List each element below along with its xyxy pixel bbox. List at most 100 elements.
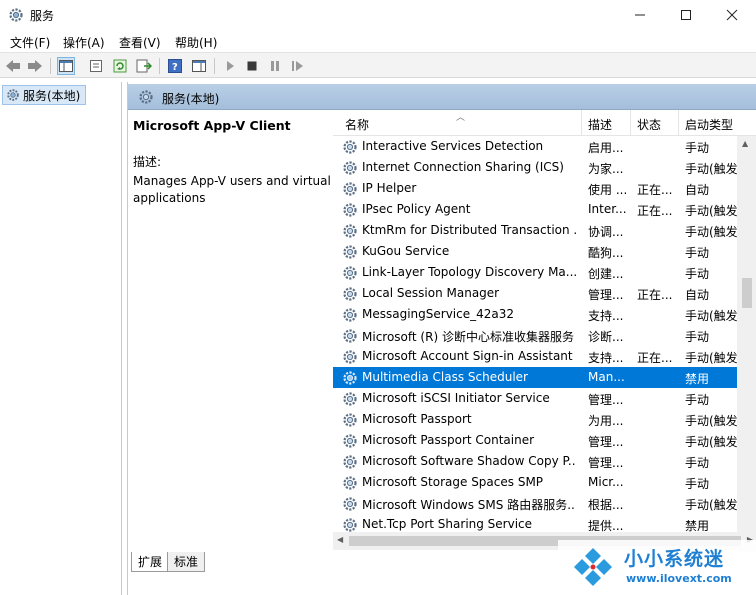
watermark-url: www.ilovext.com: [626, 572, 732, 585]
table-row[interactable]: Microsoft (R) 诊断中心标准收集器服务 诊断... 手动: [333, 325, 737, 346]
tree-item-services-local[interactable]: 服务(本地): [2, 85, 86, 105]
console-tree-icon[interactable]: [57, 57, 75, 75]
service-gear-icon: [342, 496, 358, 515]
service-name-cell: Multimedia Class Scheduler: [362, 370, 528, 384]
minimize-button[interactable]: [617, 0, 663, 30]
service-startup-type-cell: 手动: [685, 393, 710, 407]
service-gear-icon: [342, 244, 358, 263]
refresh-icon[interactable]: [111, 57, 129, 75]
service-name-cell: Interactive Services Detection: [362, 139, 544, 153]
vertical-scrollbar[interactable]: ▲ ▼: [737, 136, 756, 552]
start-service-icon[interactable]: [221, 57, 239, 75]
service-gear-icon: [342, 370, 358, 389]
table-row[interactable]: KuGou Service 酷狗... 手动: [333, 241, 737, 262]
column-divider[interactable]: [581, 110, 582, 136]
service-name-cell: Microsoft iSCSI Initiator Service: [362, 391, 550, 405]
table-row[interactable]: KtmRm for Distributed Transaction ... 协调.…: [333, 220, 737, 241]
maximize-button[interactable]: [663, 0, 709, 30]
service-name-cell: Microsoft Software Shadow Copy P...: [362, 454, 576, 468]
column-divider[interactable]: [678, 110, 679, 136]
tab-standard[interactable]: 标准: [167, 552, 206, 572]
service-name-cell: KtmRm for Distributed Transaction ...: [362, 223, 576, 237]
table-row[interactable]: IPsec Policy Agent Inter... 正在... 手动(触发: [333, 199, 737, 220]
help-icon[interactable]: ?: [166, 57, 184, 75]
service-name-cell: MessagingService_42a32: [362, 307, 515, 321]
table-row[interactable]: Microsoft Passport Container 管理... 手动(触发: [333, 430, 737, 451]
forward-arrow-icon[interactable]: [26, 57, 44, 75]
stop-service-icon[interactable]: [243, 57, 261, 75]
service-gear-icon: [342, 202, 358, 221]
menu-file[interactable]: 文件(F): [10, 34, 50, 51]
service-startup-type-cell: 手动: [685, 456, 710, 470]
service-description-cell: 管理...: [588, 393, 624, 407]
windows-logo-icon: [570, 546, 616, 593]
service-gear-icon: [342, 433, 358, 452]
service-name-cell: Microsoft Passport Container: [362, 433, 535, 447]
service-startup-type-cell: 手动(触发: [685, 414, 737, 428]
service-name-cell: Local Session Manager: [362, 286, 500, 300]
table-row[interactable]: Internet Connection Sharing (ICS) 为家... 手动…: [333, 157, 737, 178]
back-arrow-icon[interactable]: [4, 57, 22, 75]
column-divider[interactable]: [630, 110, 631, 136]
service-name-cell: Microsoft Account Sign-in Assistant: [362, 349, 573, 363]
service-gear-icon: [342, 160, 358, 179]
menu-help[interactable]: 帮助(H): [175, 34, 217, 51]
service-description-cell: Inter...: [588, 202, 626, 216]
table-row[interactable]: Microsoft Software Shadow Copy P... 管理...…: [333, 451, 737, 472]
service-description-cell: 创建...: [588, 267, 624, 281]
table-row[interactable]: IP Helper 使用 ... 正在... 自动: [333, 178, 737, 199]
table-row[interactable]: Microsoft Storage Spaces SMP Micr... 手动: [333, 472, 737, 493]
service-description-cell: Micr...: [588, 475, 624, 489]
menu-action[interactable]: 操作(A): [63, 34, 105, 51]
restart-service-icon[interactable]: [289, 57, 307, 75]
menu-view[interactable]: 查看(V): [119, 34, 161, 51]
service-description-cell: 管理...: [588, 456, 624, 470]
pause-service-icon[interactable]: [266, 57, 284, 75]
column-name[interactable]: 名称: [345, 116, 369, 133]
column-startup-type[interactable]: 启动类型: [685, 116, 733, 133]
table-row[interactable]: Local Session Manager 管理... 正在... 自动: [333, 283, 737, 304]
service-startup-type-cell: 自动: [685, 288, 710, 302]
close-button[interactable]: [709, 0, 755, 30]
service-description-cell: 使用 ...: [588, 183, 626, 197]
service-startup-type-cell: 手动: [685, 141, 710, 155]
table-row[interactable]: MessagingService_42a32 支持... 手动(触发: [333, 304, 737, 325]
description-text: Manages App-V users and virtual applicat…: [133, 174, 331, 205]
service-name-cell: Microsoft (R) 诊断中心标准收集器服务: [362, 330, 574, 344]
service-gear-icon: [342, 181, 358, 200]
services-rows: Interactive Services Detection 启用... 手动 Int…: [333, 136, 737, 552]
table-row[interactable]: Interactive Services Detection 启用... 手动: [333, 136, 737, 157]
scroll-up-icon[interactable]: ▲: [742, 139, 748, 148]
vertical-scroll-thumb[interactable]: [742, 278, 752, 308]
column-header-row: ︿ 名称 描述 状态 启动类型: [333, 110, 756, 136]
service-description-cell: 诊断...: [588, 330, 624, 344]
service-gear-icon: [342, 265, 358, 284]
export-list-icon[interactable]: [135, 57, 153, 75]
watermark: 小小系统迷 www.ilovext.com: [558, 540, 756, 595]
service-startup-type-cell: 手动(触发: [685, 435, 737, 449]
toolbar: ?: [0, 52, 756, 78]
show-hide-action-pane-icon[interactable]: [190, 57, 208, 75]
table-row[interactable]: Microsoft Passport 为用... 手动(触发: [333, 409, 737, 430]
properties-icon[interactable]: [87, 57, 105, 75]
service-gear-icon: [342, 454, 358, 473]
column-status[interactable]: 状态: [637, 116, 661, 133]
table-row[interactable]: Microsoft iSCSI Initiator Service 管理... 手动: [333, 388, 737, 409]
window-title: 服务: [30, 9, 55, 23]
service-gear-icon: [342, 349, 358, 368]
service-gear-icon: [342, 307, 358, 326]
service-status-cell: 正在...: [637, 351, 673, 365]
table-row[interactable]: Multimedia Class Scheduler Man... 禁用: [333, 367, 737, 388]
column-description[interactable]: 描述: [588, 116, 612, 133]
svg-text:?: ?: [172, 62, 178, 73]
scroll-left-icon[interactable]: ◀: [337, 535, 343, 544]
service-description-cell: 管理...: [588, 288, 624, 302]
table-row[interactable]: Microsoft Windows SMS 路由器服务... 根据... 手动(触发: [333, 493, 737, 514]
table-row[interactable]: Link-Layer Topology Discovery Ma... 创建...…: [333, 262, 737, 283]
pane-header-title: 服务(本地): [162, 92, 220, 106]
table-row[interactable]: Microsoft Account Sign-in Assistant 支持...…: [333, 346, 737, 367]
service-description-panel: Microsoft App-V Client 描述: Manages App-V…: [133, 118, 333, 207]
service-status-cell: 正在...: [637, 288, 673, 302]
tree-item-label: 服务(本地): [23, 88, 81, 103]
tab-extended[interactable]: 扩展: [131, 552, 170, 572]
